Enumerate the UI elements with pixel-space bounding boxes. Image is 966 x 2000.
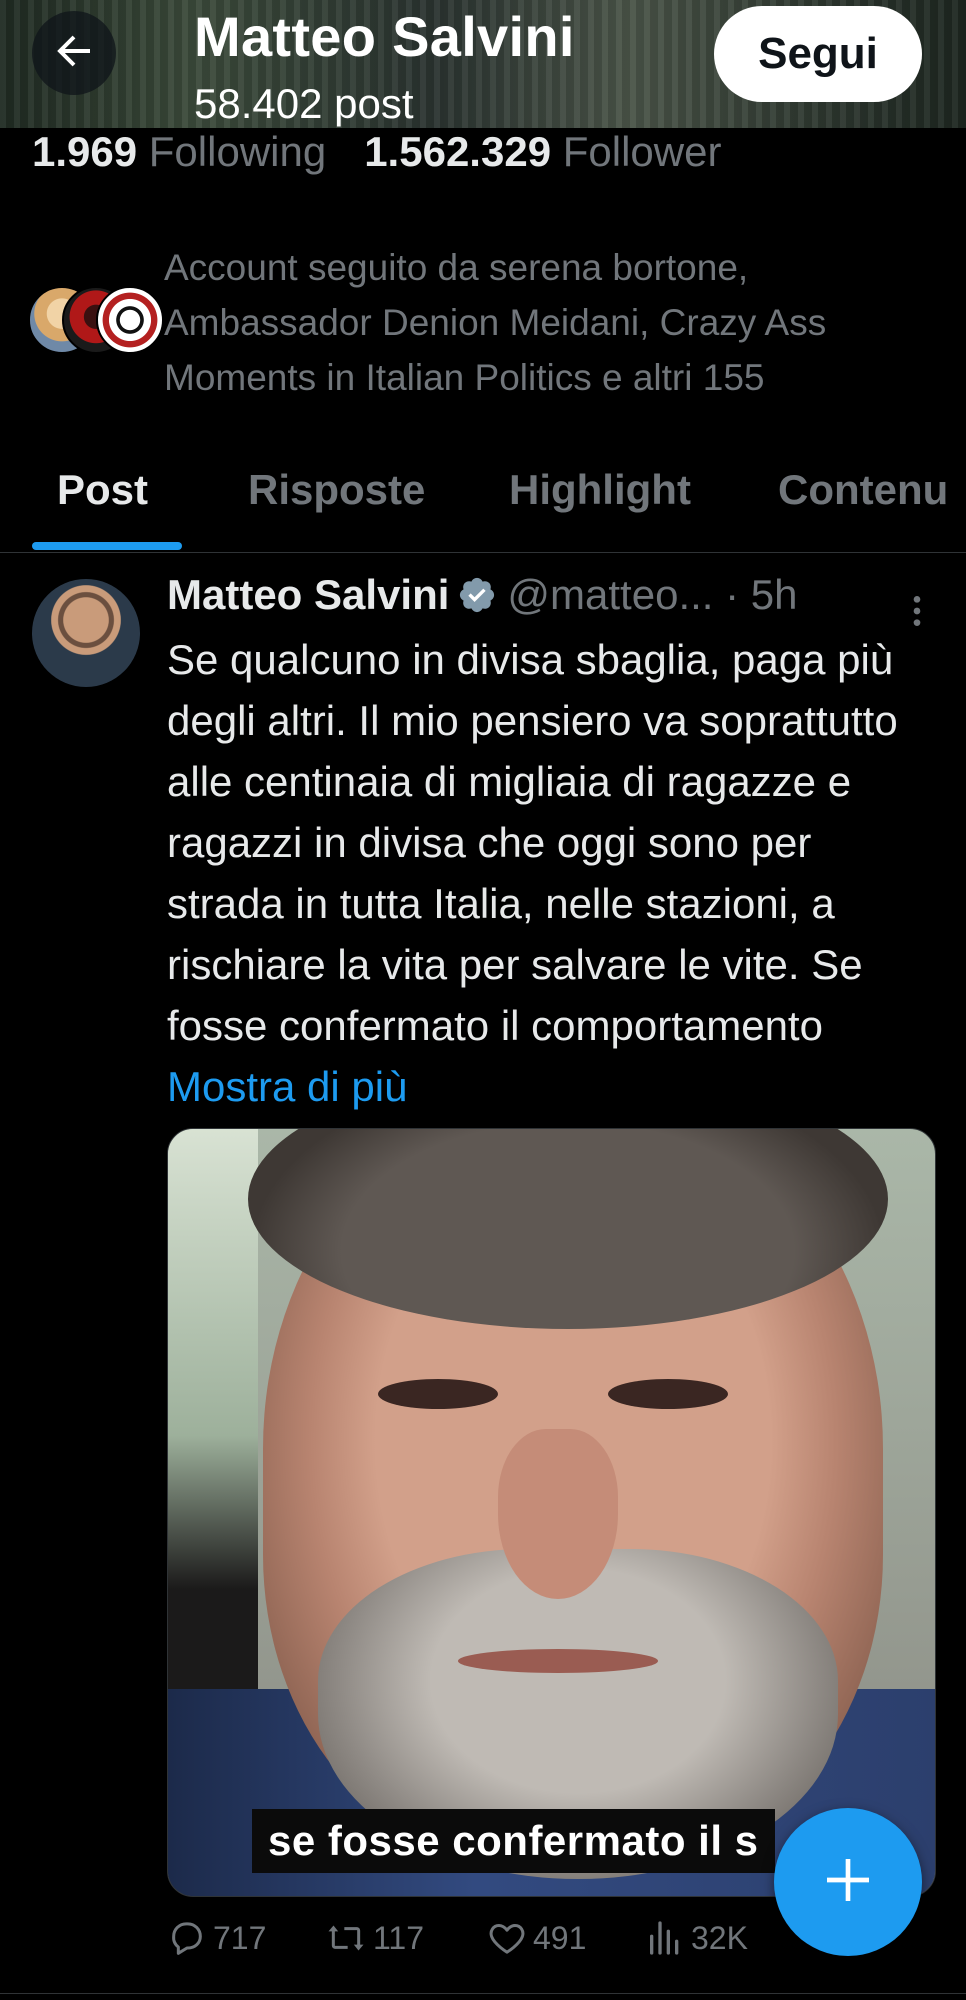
tweet-timestamp[interactable]: 5h bbox=[751, 571, 798, 618]
profile-header: Matteo Salvini 58.402 post Segui bbox=[0, 0, 966, 128]
following-link[interactable]: 1.969 Following bbox=[32, 128, 326, 175]
active-tab-indicator bbox=[32, 542, 182, 550]
show-more-link[interactable]: Mostra di più bbox=[167, 1063, 407, 1110]
heart-icon bbox=[487, 1918, 527, 1958]
video-caption: se fosse confermato il s bbox=[252, 1809, 775, 1873]
avatar[interactable] bbox=[32, 579, 140, 687]
reply-button[interactable]: 717 bbox=[167, 1918, 266, 1958]
reply-count: 717 bbox=[213, 1919, 267, 1956]
tweet[interactable]: Matteo Salvini @matteo... · 5h Se qualcun… bbox=[0, 553, 966, 1993]
tweet-handle[interactable]: @matteo... bbox=[507, 571, 713, 618]
header-name: Matteo Salvini bbox=[194, 5, 575, 68]
tweet-video[interactable]: se fosse confermato il s bbox=[167, 1128, 936, 1897]
tweet-header: Matteo Salvini @matteo... · 5h bbox=[167, 571, 937, 631]
reply-icon bbox=[167, 1918, 207, 1958]
verified-badge-icon bbox=[457, 575, 497, 625]
like-button[interactable]: 491 bbox=[487, 1918, 586, 1958]
profile-stats: 1.969 Following 1.562.329 Follower bbox=[32, 128, 721, 176]
followed-by[interactable]: Account seguito da serena bortone, Ambas… bbox=[28, 240, 948, 400]
follow-button[interactable]: Segui bbox=[714, 6, 922, 102]
repost-button[interactable]: 117 bbox=[325, 1918, 424, 1958]
tweet-author-name[interactable]: Matteo Salvini bbox=[167, 571, 449, 618]
views-icon bbox=[645, 1918, 685, 1958]
views-count: 32K bbox=[691, 1919, 748, 1956]
arrow-left-icon bbox=[50, 27, 98, 80]
views-button[interactable]: 32K bbox=[645, 1918, 748, 1958]
tab-post[interactable]: Post bbox=[57, 466, 148, 514]
back-button[interactable] bbox=[32, 11, 116, 95]
tab-highlight[interactable]: Highlight bbox=[509, 466, 691, 514]
plus-icon bbox=[820, 1852, 876, 1913]
tweet-text: Se qualcuno in divisa sbaglia, paga più … bbox=[167, 636, 898, 1110]
repost-count: 117 bbox=[373, 1919, 425, 1956]
like-count: 491 bbox=[533, 1919, 587, 1956]
followed-by-text: Account seguito da serena bortone, Ambas… bbox=[164, 247, 827, 398]
divider bbox=[0, 1993, 966, 1994]
profile-tabs: Post Risposte Highlight Contenu bbox=[0, 440, 966, 553]
compose-button[interactable] bbox=[774, 1808, 922, 1956]
tab-replies[interactable]: Risposte bbox=[248, 466, 425, 514]
repost-icon bbox=[325, 1918, 367, 1958]
header-post-count: 58.402 post bbox=[194, 80, 414, 127]
followers-link[interactable]: 1.562.329 Follower bbox=[364, 128, 721, 175]
separator-dot: · bbox=[725, 571, 740, 618]
tab-content[interactable]: Contenu bbox=[778, 466, 948, 514]
followers-avatars bbox=[28, 286, 164, 354]
avatar bbox=[96, 286, 164, 354]
